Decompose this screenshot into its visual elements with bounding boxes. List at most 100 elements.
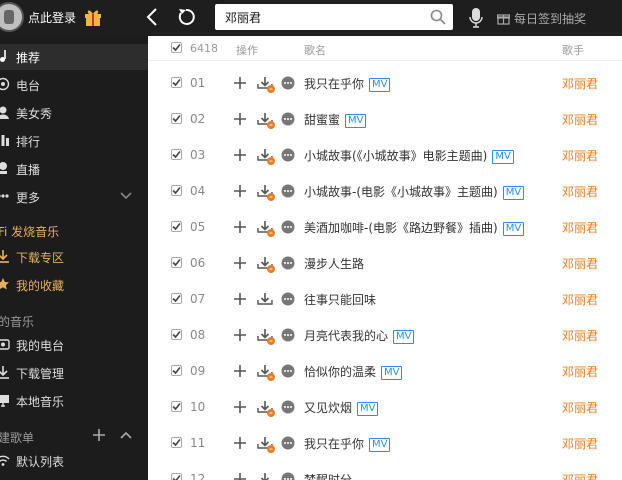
chevron-down-icon[interactable]: [120, 191, 132, 201]
table-row[interactable]: 02 甜蜜蜜 MV 邓丽君: [148, 101, 622, 137]
artist-link[interactable]: 邓丽君: [562, 219, 598, 236]
add-icon[interactable]: [233, 184, 247, 198]
row-checkbox[interactable]: [171, 329, 182, 340]
row-checkbox[interactable]: [171, 365, 182, 376]
download-icon[interactable]: [257, 183, 275, 201]
mv-badge[interactable]: MV: [381, 366, 403, 380]
song-title[interactable]: 我只在乎你 MV: [304, 75, 391, 92]
add-icon[interactable]: [233, 292, 247, 306]
mv-badge[interactable]: MV: [357, 402, 379, 416]
add-icon[interactable]: [233, 472, 247, 480]
add-icon[interactable]: [233, 364, 247, 378]
sidebar-item-download-zone[interactable]: 下载专区: [0, 244, 148, 270]
hifi-music-link[interactable]: Fi 发烧音乐: [0, 223, 59, 240]
add-icon[interactable]: [233, 328, 247, 342]
more-options-icon[interactable]: [281, 436, 295, 450]
gift-icon[interactable]: [84, 7, 102, 27]
artist-link[interactable]: 邓丽君: [562, 183, 598, 200]
artist-link[interactable]: 邓丽君: [562, 147, 598, 164]
artist-link[interactable]: 邓丽君: [562, 75, 598, 92]
refresh-icon[interactable]: [176, 7, 196, 27]
song-title[interactable]: 梦醒时分: [304, 471, 352, 480]
row-checkbox[interactable]: [171, 437, 182, 448]
row-checkbox[interactable]: [171, 185, 182, 196]
download-icon[interactable]: [257, 327, 275, 345]
song-title[interactable]: 又见炊烟 MV: [304, 399, 379, 416]
download-icon[interactable]: [257, 471, 275, 480]
download-icon[interactable]: [257, 147, 275, 165]
search-icon[interactable]: [430, 9, 446, 25]
more-options-icon[interactable]: [281, 328, 295, 342]
row-checkbox[interactable]: [171, 77, 182, 88]
add-icon[interactable]: [233, 148, 247, 162]
row-checkbox[interactable]: [171, 113, 182, 124]
more-options-icon[interactable]: [281, 292, 295, 306]
more-options-icon[interactable]: [281, 220, 295, 234]
daily-checkin-button[interactable]: 每日签到抽奖: [497, 10, 586, 27]
more-options-icon[interactable]: [281, 112, 295, 126]
sidebar-item-girl-show[interactable]: 美女秀: [0, 100, 148, 126]
table-row[interactable]: 06 漫步人生路 邓丽君: [148, 245, 622, 281]
sidebar-item-recommend[interactable]: 推荐: [0, 44, 148, 70]
download-icon[interactable]: [257, 363, 275, 381]
mv-badge[interactable]: MV: [345, 114, 367, 128]
download-icon[interactable]: [257, 435, 275, 453]
song-title[interactable]: 恰似你的温柔 MV: [304, 363, 403, 380]
add-icon[interactable]: [233, 112, 247, 126]
sidebar-item-radio[interactable]: 电台: [0, 72, 148, 98]
sidebar-item-my-radio[interactable]: 我的电台: [0, 332, 148, 358]
artist-link[interactable]: 邓丽君: [562, 255, 598, 272]
mv-badge[interactable]: MV: [369, 438, 391, 452]
download-icon[interactable]: [257, 75, 275, 93]
mv-badge[interactable]: MV: [369, 78, 391, 92]
more-options-icon[interactable]: [281, 472, 295, 480]
more-options-icon[interactable]: [281, 400, 295, 414]
mv-badge[interactable]: MV: [502, 186, 525, 200]
microphone-icon[interactable]: [469, 7, 483, 29]
table-row[interactable]: 08 月亮代表我的心 MV 邓丽君: [148, 317, 622, 353]
artist-link[interactable]: 邓丽君: [562, 291, 598, 308]
sidebar-item-more[interactable]: 更多: [0, 184, 148, 210]
artist-link[interactable]: 邓丽君: [562, 399, 598, 416]
more-options-icon[interactable]: [281, 76, 295, 90]
artist-link[interactable]: 邓丽君: [562, 471, 598, 480]
download-icon[interactable]: [257, 219, 275, 237]
sidebar-item-favorites[interactable]: 我的收藏: [0, 272, 148, 298]
mv-badge[interactable]: MV: [492, 150, 514, 164]
more-options-icon[interactable]: [281, 256, 295, 270]
sidebar-item-ranking[interactable]: 排行: [0, 128, 148, 154]
song-title[interactable]: 我只在乎你 MV: [304, 435, 391, 452]
more-options-icon[interactable]: [281, 184, 295, 198]
song-title[interactable]: 往事只能回味: [304, 291, 376, 308]
add-icon[interactable]: [233, 256, 247, 270]
song-title[interactable]: 甜蜜蜜 MV: [304, 111, 367, 128]
song-title[interactable]: 月亮代表我的心 MV: [304, 327, 415, 344]
row-checkbox[interactable]: [171, 221, 182, 232]
table-row[interactable]: 09 恰似你的温柔 MV 邓丽君: [148, 353, 622, 389]
artist-link[interactable]: 邓丽君: [562, 111, 598, 128]
row-checkbox[interactable]: [171, 293, 182, 304]
table-row[interactable]: 01 我只在乎你 MV 邓丽君: [148, 65, 622, 101]
add-icon[interactable]: [233, 400, 247, 414]
table-row[interactable]: 12 梦醒时分 邓丽君: [148, 461, 622, 480]
download-icon[interactable]: [257, 399, 275, 417]
song-title[interactable]: 小城故事(《小城故事》电影主题曲) MV: [304, 147, 514, 164]
login-link[interactable]: 点此登录: [28, 9, 76, 26]
sidebar-item-live[interactable]: 直播: [0, 156, 148, 182]
table-row[interactable]: 04 小城故事-(电影《小城故事》主题曲) MV 邓丽君: [148, 173, 622, 209]
add-icon[interactable]: [233, 220, 247, 234]
song-title[interactable]: 小城故事-(电影《小城故事》主题曲) MV: [304, 183, 525, 200]
select-all-checkbox[interactable]: [171, 42, 182, 53]
back-arrow-icon[interactable]: [143, 6, 163, 28]
sidebar-item-local-music[interactable]: 本地音乐: [0, 388, 148, 414]
download-icon[interactable]: [257, 291, 275, 309]
add-icon[interactable]: [233, 76, 247, 90]
download-icon[interactable]: [257, 111, 275, 129]
plus-icon[interactable]: [92, 428, 106, 442]
mv-badge[interactable]: MV: [393, 330, 415, 344]
search-input[interactable]: [215, 4, 453, 30]
avatar[interactable]: [0, 2, 24, 32]
chevron-up-icon[interactable]: [120, 430, 132, 440]
mv-badge[interactable]: MV: [502, 222, 525, 236]
song-title[interactable]: 美酒加咖啡-(电影《路边野餐》插曲) MV: [304, 219, 525, 236]
